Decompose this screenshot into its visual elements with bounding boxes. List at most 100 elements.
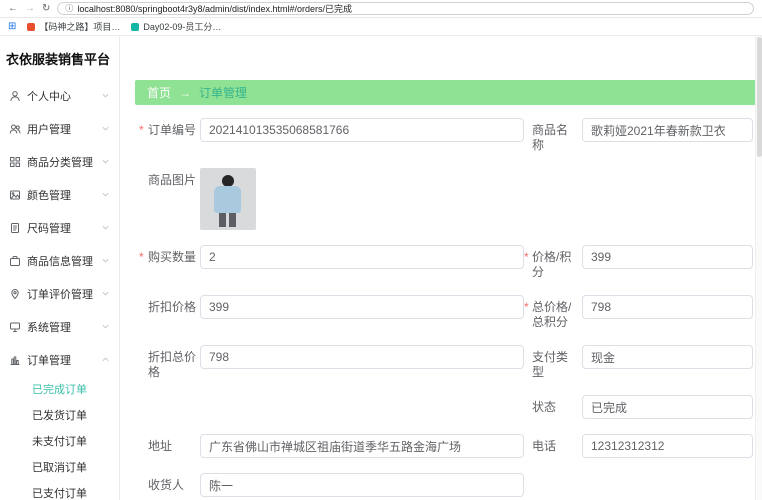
user-icon (10, 90, 20, 101)
figure-hoodie (214, 186, 241, 213)
product-image[interactable] (200, 168, 256, 230)
sidebar-item-label: 订单评价管理 (27, 288, 93, 301)
sidebar-item-label: 颜色管理 (27, 189, 71, 202)
sidebar-subitem-unpaid-orders[interactable]: 未支付订单 (0, 428, 119, 454)
sidebar-item-personal-center[interactable]: 个人中心 (0, 79, 119, 112)
total-price-label: 总价格/总积分 (524, 295, 582, 330)
discount-total-label: 折扣总价格 (148, 350, 197, 379)
sidebar-item-user-management[interactable]: 用户管理 (0, 112, 119, 145)
apps-grid-icon[interactable]: ⊞ (8, 21, 16, 32)
pay-type-input[interactable] (582, 345, 753, 369)
chevron-down-icon (101, 124, 110, 133)
sidebar-item-system-management[interactable]: 系统管理 (0, 310, 119, 343)
chevron-up-icon (101, 355, 110, 364)
figure-leg (229, 213, 236, 227)
bookmark-favicon (27, 22, 36, 31)
product-image-label: 商品图片 (148, 173, 197, 187)
forward-icon[interactable]: → (25, 3, 35, 14)
sidebar-item-label: 系统管理 (27, 321, 71, 334)
chevron-down-icon (101, 91, 110, 100)
address-label: 地址 (148, 439, 173, 453)
system-icon (10, 322, 20, 332)
form-row: 地址 电话 (136, 434, 762, 458)
breadcrumb-home[interactable]: 首页 (147, 84, 171, 101)
sidebar-item-label: 商品信息管理 (27, 255, 93, 268)
form-row: 折扣总价格 支付类型 (136, 345, 762, 380)
form-row: 折扣价格 总价格/总积分 (136, 295, 762, 330)
consignee-label: 收货人 (148, 478, 185, 492)
sidebar-subitem-paid-orders[interactable]: 已支付订单 (0, 480, 119, 500)
main-content: 首页 → 订单管理 订单编号 商品名称 商品图片 购买 (120, 36, 762, 500)
product-name-label: 商品名称 (532, 123, 569, 152)
figure-leg (219, 213, 226, 227)
sidebar-item-review-management[interactable]: 订单评价管理 (0, 277, 119, 310)
sidebar-item-goods-management[interactable]: 商品信息管理 (0, 244, 119, 277)
address-input[interactable] (200, 434, 524, 458)
back-icon[interactable]: ← (8, 3, 18, 14)
order-no-input[interactable] (200, 118, 524, 142)
bookmark-favicon (131, 22, 140, 31)
category-icon (10, 156, 20, 167)
sidebar-item-label: 订单管理 (27, 354, 71, 367)
product-name-input[interactable] (582, 118, 753, 142)
discount-price-input[interactable] (200, 295, 524, 319)
sidebar-subitem-shipped-orders[interactable]: 已发货订单 (0, 402, 119, 428)
breadcrumb: 首页 → 订单管理 (135, 80, 762, 105)
form-row: 收货人 (136, 473, 762, 497)
sidebar: 衣依服装销售平台 个人中心 用户管理 商品分类管理 颜色管理 尺码管理 商品信息… (0, 36, 120, 500)
sidebar-subitem-cancelled-orders[interactable]: 已取消订单 (0, 454, 119, 480)
discount-total-input[interactable] (200, 345, 524, 369)
chevron-down-icon (101, 322, 110, 331)
sidebar-item-category-management[interactable]: 商品分类管理 (0, 145, 119, 178)
discount-price-label: 折扣价格 (148, 300, 197, 314)
color-icon (10, 190, 20, 199)
total-price-input[interactable] (582, 295, 753, 319)
breadcrumb-arrow-icon: → (179, 85, 192, 100)
chevron-down-icon (101, 256, 110, 265)
price-input[interactable] (582, 245, 753, 269)
phone-label: 电话 (532, 439, 557, 453)
sidebar-item-size-management[interactable]: 尺码管理 (0, 211, 119, 244)
order-detail-form: 订单编号 商品名称 商品图片 购买数量 价格/积分 (120, 105, 762, 500)
sidebar-item-order-management[interactable]: 订单管理 (0, 343, 119, 376)
chevron-down-icon (101, 190, 110, 199)
sidebar-subitem-completed-orders[interactable]: 已完成订单 (0, 376, 119, 402)
order-icon (10, 356, 20, 365)
breadcrumb-current[interactable]: 订单管理 (199, 84, 247, 101)
bookmarks-bar: ⊞ 【码神之路】项目… Day02-09-员工分… (0, 18, 762, 36)
form-row: 购买数量 价格/积分 (136, 245, 762, 280)
price-label: 价格/积分 (524, 245, 582, 280)
bookmark-label: Day02-09-员工分… (143, 22, 222, 32)
site-info-icon[interactable]: ⓘ (65, 3, 73, 14)
sidebar-item-label: 尺码管理 (27, 222, 71, 235)
form-row: 订单编号 商品名称 (136, 118, 762, 153)
browser-topbar: ← → ↻ ⓘ localhost:8080/springboot4r3y8/a… (0, 0, 762, 18)
sidebar-item-color-management[interactable]: 颜色管理 (0, 178, 119, 211)
page-scrollbar[interactable] (755, 36, 762, 500)
bookmark-item[interactable]: Day02-09-员工分… (131, 20, 221, 33)
sidebar-item-label: 商品分类管理 (27, 156, 93, 169)
bookmark-label: 【码神之路】项目… (39, 22, 121, 32)
scrollbar-thumb[interactable] (757, 37, 762, 157)
form-row: 状态 (136, 395, 762, 419)
consignee-input[interactable] (200, 473, 524, 497)
quantity-input[interactable] (200, 245, 524, 269)
chevron-down-icon (101, 223, 110, 232)
reload-icon[interactable]: ↻ (42, 3, 50, 14)
sidebar-item-label: 个人中心 (27, 90, 71, 103)
size-icon (11, 222, 19, 233)
users-icon (9, 124, 21, 133)
chevron-down-icon (101, 157, 110, 166)
review-icon (11, 288, 19, 299)
app-title: 衣依服装销售平台 (6, 52, 111, 67)
status-input[interactable] (582, 395, 753, 419)
quantity-label: 购买数量 (136, 245, 200, 265)
address-bar[interactable]: ⓘ localhost:8080/springboot4r3y8/admin/d… (57, 2, 754, 15)
phone-input[interactable] (582, 434, 753, 458)
app-window: 衣依服装销售平台 个人中心 用户管理 商品分类管理 颜色管理 尺码管理 商品信息… (0, 36, 762, 500)
order-no-label: 订单编号 (136, 118, 200, 138)
status-label: 状态 (532, 400, 557, 414)
goods-icon (10, 255, 20, 266)
bookmark-item[interactable]: 【码神之路】项目… (27, 20, 120, 33)
url-text: localhost:8080/springboot4r3y8/admin/dis… (77, 4, 353, 14)
